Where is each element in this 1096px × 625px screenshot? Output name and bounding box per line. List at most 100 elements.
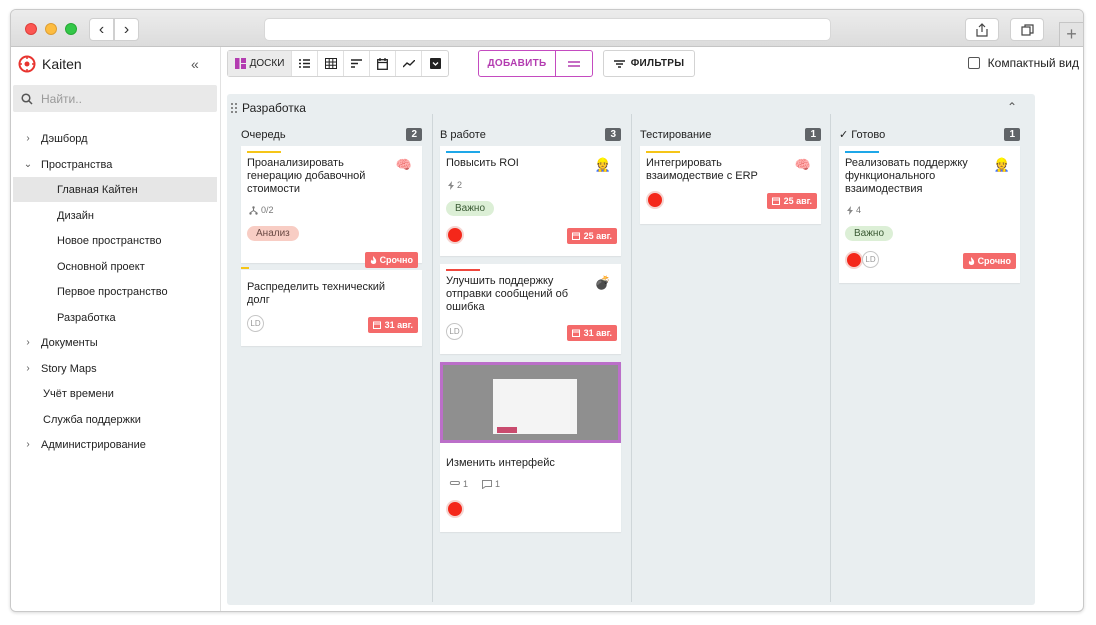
column-count: 2: [406, 128, 422, 141]
list-view-button[interactable]: [292, 51, 318, 76]
urgent-label: Срочно: [379, 255, 413, 265]
sidebar-item-first-space[interactable]: Первое пространство: [13, 279, 217, 304]
sidebar-item-spaces[interactable]: ⌄ Пространства: [13, 152, 217, 177]
filter-icon: [613, 59, 625, 68]
minimize-window-button[interactable]: [45, 23, 57, 35]
close-window-button[interactable]: [25, 23, 37, 35]
size-value: 4: [856, 205, 862, 215]
search-input[interactable]: Найти..: [13, 85, 217, 112]
sidebar-item-main-kaiten[interactable]: Главная Кайтен: [13, 177, 217, 202]
board-title: Разработка: [242, 101, 306, 115]
card[interactable]: Повысить ROI 👷 2 Важно 25 авг.: [440, 146, 621, 256]
card[interactable]: Реализовать поддержку функционального вз…: [839, 146, 1020, 283]
drag-handle-icon[interactable]: [231, 103, 237, 113]
sidebar-item-support[interactable]: Служба поддержки: [13, 407, 217, 432]
reports-view-button[interactable]: [396, 51, 422, 76]
sidebar-item-time-tracking[interactable]: Учёт времени: [13, 381, 217, 406]
boards-view-button[interactable]: ДОСКИ: [228, 51, 292, 76]
card[interactable]: Интегрировать взаимодествие с ERP 🧠 25 а…: [640, 146, 821, 224]
due-date: 25 авг.: [583, 231, 612, 241]
sidebar-item-design[interactable]: Дизайн: [13, 203, 217, 228]
tabs-overview-button[interactable]: [1010, 18, 1044, 41]
subtasks-count: 0/2: [261, 205, 274, 215]
sidebar: Kaiten « Найти.. › Дэшборд ⌄ Пространства …: [11, 47, 221, 611]
timeline-view-button[interactable]: [344, 51, 370, 76]
card-priority-bar: [845, 151, 879, 153]
new-tab-button[interactable]: +: [1059, 22, 1083, 46]
card-tag[interactable]: Важно: [446, 201, 495, 216]
worker-icon: 👷: [993, 157, 1010, 172]
avatar[interactable]: LD: [446, 323, 463, 340]
address-bar[interactable]: [264, 18, 831, 41]
sidebar-item-label: Основной проект: [57, 260, 145, 273]
back-button[interactable]: ‹: [89, 18, 114, 41]
attachment-icon: [449, 480, 460, 485]
boards-icon: [234, 58, 246, 69]
sidebar-item-label: Первое пространство: [57, 285, 168, 298]
card[interactable]: Улучшить поддержку отправки сообщений об…: [440, 264, 621, 354]
share-button[interactable]: [965, 18, 999, 41]
forward-button[interactable]: ›: [114, 18, 139, 41]
card[interactable]: Изменить интерфейс 1 1: [440, 362, 621, 532]
sidebar-item-documents[interactable]: › Документы: [13, 330, 217, 355]
column-title: В работе: [440, 128, 486, 141]
sidebar-item-administration[interactable]: › Администрирование: [13, 432, 217, 457]
add-button[interactable]: ДОБАВИТЬ: [479, 51, 556, 76]
add-options-button[interactable]: [556, 51, 592, 76]
avatar[interactable]: [845, 251, 863, 269]
card-attachments: 1 1: [448, 479, 500, 489]
chevron-right-icon: ›: [26, 439, 30, 450]
collapse-sidebar-icon[interactable]: «: [191, 56, 199, 72]
calendar-view-button[interactable]: [370, 51, 396, 76]
chevron-up-icon[interactable]: ⌃: [1007, 100, 1017, 114]
sidebar-item-label: Разработка: [57, 311, 116, 324]
sidebar-item-dashboard[interactable]: › Дэшборд: [13, 126, 217, 151]
chart-icon: [402, 59, 415, 67]
lightning-icon: [847, 205, 853, 215]
lightning-icon: [448, 180, 454, 190]
card[interactable]: Проанализировать генерацию добавочной ст…: [241, 146, 422, 268]
due-date-badge: 25 авг.: [566, 228, 617, 244]
avatar[interactable]: LD: [247, 315, 264, 332]
card-tag[interactable]: Анализ: [247, 226, 299, 241]
logo[interactable]: Kaiten: [18, 55, 82, 73]
compact-view-toggle[interactable]: Компактный вид: [967, 56, 1079, 70]
card[interactable]: Распределить технический долг LD 31 авг.: [241, 267, 422, 346]
sidebar-item-main-project[interactable]: Основной проект: [13, 254, 217, 279]
avatar[interactable]: [446, 226, 464, 244]
fire-icon: [370, 255, 376, 264]
sidebar-item-label: Учёт времени: [43, 387, 114, 400]
column-title: Тестирование: [640, 128, 712, 141]
column-title: ✓ Готово: [839, 129, 886, 141]
title-bar: ‹ › +: [11, 10, 1083, 47]
sidebar-item-development[interactable]: Разработка: [13, 305, 217, 330]
table-view-button[interactable]: [318, 51, 344, 76]
timeline-icon: [351, 59, 362, 68]
sidebar-item-story-maps[interactable]: › Story Maps: [13, 356, 217, 381]
column-count: 3: [605, 128, 621, 141]
sidebar-item-label: Новое пространство: [57, 234, 162, 247]
card-title: Повысить ROI: [446, 157, 519, 169]
add-group: ДОБАВИТЬ: [478, 50, 593, 77]
due-date-badge: 31 авг.: [566, 325, 617, 341]
chevron-right-icon: ›: [26, 133, 30, 144]
filters-button[interactable]: ФИЛЬТРЫ: [603, 50, 695, 77]
table-icon: [324, 58, 337, 69]
archive-view-button[interactable]: [422, 51, 448, 76]
brain-icon: 🧠: [395, 157, 412, 172]
search-icon: [21, 92, 33, 105]
avatar[interactable]: LD: [862, 251, 879, 268]
attachments-count: 1: [463, 479, 469, 489]
card-tag[interactable]: Важно: [845, 226, 894, 241]
column-header: ✓ Готово 1: [839, 128, 1020, 141]
compact-checkbox[interactable]: [967, 57, 980, 69]
avatar[interactable]: [646, 191, 664, 209]
bomb-icon: 💣: [594, 275, 611, 290]
calendar-icon: [377, 57, 388, 70]
avatar[interactable]: [446, 500, 464, 518]
sidebar-item-new-space[interactable]: Новое пространство: [13, 228, 217, 253]
card-cover-image: [440, 362, 621, 443]
sidebar-item-label: Администрирование: [41, 438, 146, 451]
zoom-window-button[interactable]: [65, 23, 77, 35]
sidebar-item-label: Главная Кайтен: [57, 183, 138, 196]
